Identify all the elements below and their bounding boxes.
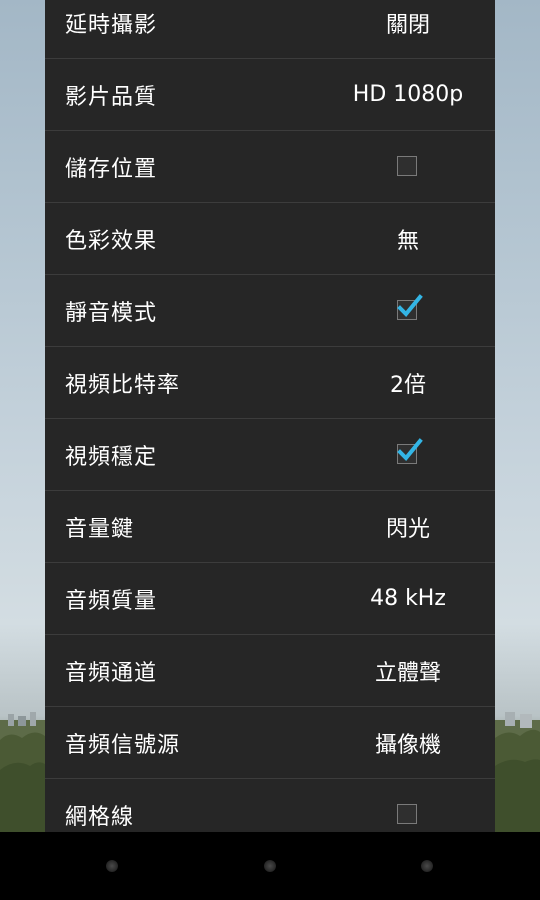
setting-row-audio-source[interactable]: 音頻信號源 攝像機 [45, 707, 495, 779]
setting-label: 音頻通道 [65, 660, 158, 686]
checkbox-checked[interactable] [397, 438, 423, 464]
setting-row-time-lapse[interactable]: 延時攝影 關閉 [45, 0, 495, 59]
settings-list: 延時攝影 關閉 影片品質 HD 1080p 儲存位置 色彩效果 無 靜音模式 視… [45, 0, 495, 832]
setting-label: 視頻穩定 [65, 444, 158, 470]
setting-row-save-location[interactable]: 儲存位置 [45, 131, 495, 203]
setting-label: 音量鍵 [65, 516, 135, 542]
setting-label: 影片品質 [65, 84, 158, 110]
checkmark-icon [397, 438, 423, 461]
setting-value: HD 1080p [352, 82, 464, 107]
setting-row-video-stabilization[interactable]: 視頻穩定 [45, 419, 495, 491]
setting-label: 音頻質量 [65, 588, 158, 614]
setting-row-video-bitrate[interactable]: 視頻比特率 2倍 [45, 347, 495, 419]
checkbox-unchecked[interactable] [397, 804, 417, 824]
setting-value: 無 [396, 228, 419, 254]
setting-row-color-effect[interactable]: 色彩效果 無 [45, 203, 495, 275]
setting-row-audio-quality[interactable]: 音頻質量 48 kHz [45, 563, 495, 635]
setting-row-audio-channel[interactable]: 音頻通道 立體聲 [45, 635, 495, 707]
setting-label: 延時攝影 [65, 12, 158, 38]
checkbox-unchecked[interactable] [397, 156, 417, 176]
recents-button[interactable] [421, 860, 433, 872]
setting-value: 2倍 [390, 372, 426, 398]
setting-value: 閃光 [385, 516, 430, 542]
settings-panel: 延時攝影 關閉 影片品質 HD 1080p 儲存位置 色彩效果 無 靜音模式 視… [45, 0, 495, 832]
setting-label: 視頻比特率 [65, 372, 181, 398]
camera-app-screen: 延時攝影 關閉 影片品質 HD 1080p 儲存位置 色彩效果 無 靜音模式 視… [0, 0, 540, 900]
setting-row-silent-mode[interactable]: 靜音模式 [45, 275, 495, 347]
setting-label: 網格線 [65, 804, 135, 830]
setting-label: 色彩效果 [65, 228, 158, 254]
setting-row-volume-keys[interactable]: 音量鍵 閃光 [45, 491, 495, 563]
setting-label: 靜音模式 [65, 300, 158, 326]
setting-row-video-quality[interactable]: 影片品質 HD 1080p [45, 59, 495, 131]
checkbox-checked[interactable] [397, 294, 423, 320]
setting-value: 立體聲 [374, 660, 441, 686]
checkmark-icon [397, 294, 423, 317]
back-button[interactable] [106, 860, 118, 872]
navigation-bar [0, 832, 540, 900]
setting-value: 攝像機 [374, 732, 441, 758]
home-button[interactable] [264, 860, 276, 872]
setting-row-grid-lines[interactable]: 網格線 [45, 779, 495, 832]
setting-value: 關閉 [385, 12, 430, 38]
setting-label: 儲存位置 [65, 156, 158, 182]
setting-value: 48 kHz [370, 586, 446, 611]
setting-label: 音頻信號源 [65, 732, 181, 758]
